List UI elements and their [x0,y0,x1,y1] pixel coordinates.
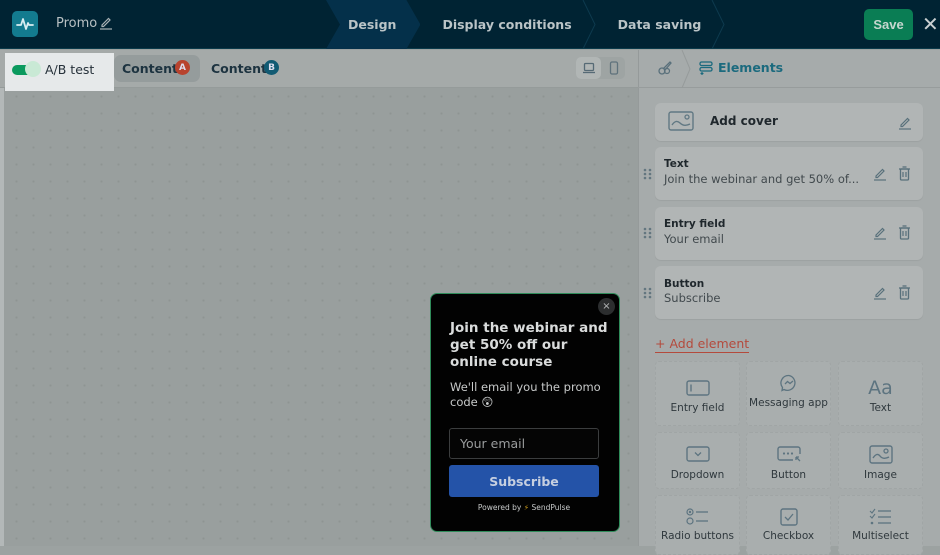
element-value: Your email [664,232,724,246]
dropdown-icon [685,446,710,462]
element-type: Text [664,158,689,170]
tile-label: Text [869,402,892,414]
tile-image[interactable]: Image [838,432,923,489]
element-card-text[interactable]: Text Join the webinar and get 50% of... [655,147,923,200]
drag-handle-icon[interactable] [643,168,652,180]
mobile-view-button[interactable] [602,57,625,79]
popup-subscribe-button[interactable]: Subscribe [449,465,599,497]
element-value: Join the webinar and get 50% of... [664,172,860,186]
wizard-steps: Design Display conditions Data saving [326,0,725,49]
step-label: Display conditions [442,17,572,32]
popup-description[interactable]: We'll email you the promo code 😲 [450,380,610,409]
step-label: Design [348,17,397,32]
step-separator [582,0,596,49]
tile-dropdown[interactable]: Dropdown [655,432,740,489]
messaging-app-icon [779,374,796,392]
tile-text[interactable]: Aa Text [838,361,923,426]
element-value: Subscribe [664,291,721,305]
tile-messaging-app[interactable]: Messaging app [746,361,831,426]
desktop-view-button[interactable] [576,57,601,79]
tab-elements[interactable]: Elements [718,60,783,75]
button-icon [776,446,801,462]
edit-title-icon[interactable] [99,14,113,30]
powered-prefix: Powered by [477,503,522,512]
edit-icon[interactable] [873,166,887,181]
step-label: Data saving [617,17,702,32]
element-type: Entry field [664,218,726,230]
tab-content-b-label[interactable]: Content [211,61,267,76]
add-cover-card[interactable]: Add cover [655,103,923,141]
breadcrumb-chevron-icon [681,50,691,88]
tile-button[interactable]: Button [746,432,831,489]
powered-by: Powered by ⚡ SendPulse [449,503,599,512]
trash-icon[interactable] [898,225,911,240]
toggle-knob[interactable] [25,61,41,77]
element-card-button[interactable]: Button Subscribe [655,266,923,319]
tab-content-a-label[interactable]: Content [122,61,178,76]
ab-test-label: A/B test [45,62,95,77]
tile-label: Dropdown [670,469,725,481]
popup-close-icon[interactable]: × [598,298,615,315]
tile-label: Image [864,469,897,481]
drag-handle-icon[interactable] [643,227,652,239]
close-icon[interactable]: ✕ [922,14,940,34]
image-icon [668,111,694,131]
step-separator [711,0,725,49]
element-card-entry-field[interactable]: Entry field Your email [655,207,923,260]
add-cover-label: Add cover [710,114,778,128]
tile-label: Button [770,469,807,481]
popup-heading[interactable]: Join the webinar and get 50% off our onl… [450,320,610,371]
text-icon: Aa [868,377,893,399]
edit-icon[interactable] [898,115,912,130]
multiselect-icon [869,508,891,525]
palette-icon[interactable] [657,60,673,76]
trash-icon[interactable] [898,285,911,300]
powered-brand: SendPulse [531,503,571,512]
pulse-icon [16,18,34,30]
checkbox-icon [779,508,798,526]
popup-email-input[interactable]: Your email [449,428,599,459]
step-data-saving[interactable]: Data saving [596,0,726,49]
step-display-conditions[interactable]: Display conditions [420,0,596,49]
tile-label: Multiselect [852,530,909,542]
canvas-edge [0,50,4,546]
entry-field-icon [685,380,710,396]
save-button[interactable]: Save [864,9,913,40]
tile-label: Messaging app [749,397,828,409]
app-logo[interactable] [12,11,38,37]
edit-icon[interactable] [873,285,887,300]
tile-label: Radio buttons [661,530,734,542]
mobile-icon [609,61,618,75]
add-element-link[interactable]: + Add element [655,336,750,353]
element-type: Button [664,278,705,290]
sendpulse-bolt-icon: ⚡ [523,503,530,512]
variant-b-badge: B [264,60,279,75]
tile-radio-buttons[interactable]: Radio buttons [655,495,740,555]
tile-entry-field[interactable]: Entry field [655,361,740,426]
tile-checkbox[interactable]: Checkbox [746,495,831,555]
elements-list-icon [699,61,713,75]
trash-icon[interactable] [898,166,911,181]
drag-handle-icon[interactable] [643,287,652,299]
variant-a-badge: A [175,60,190,75]
tile-multiselect[interactable]: Multiselect [838,495,923,555]
tile-label: Checkbox [762,530,815,542]
image-icon [868,445,893,464]
radio-buttons-icon [685,508,708,525]
edit-icon[interactable] [873,225,887,240]
page-title: Promo [56,16,98,31]
step-design[interactable]: Design [326,0,420,49]
laptop-icon [582,62,595,74]
tile-label: Entry field [670,402,725,414]
